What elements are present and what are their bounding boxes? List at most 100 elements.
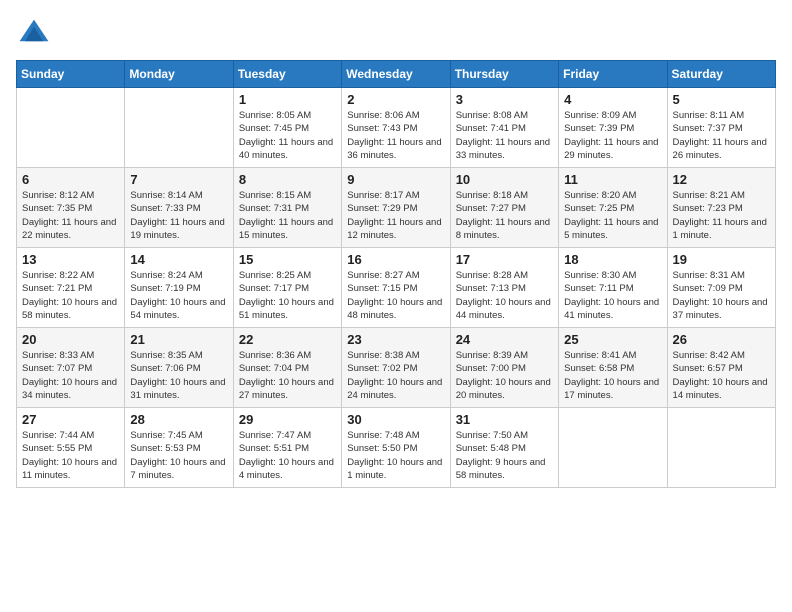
day-number: 31 [456, 412, 553, 427]
day-number: 27 [22, 412, 119, 427]
day-number: 19 [673, 252, 770, 267]
day-number: 23 [347, 332, 444, 347]
day-info: Sunrise: 8:18 AM Sunset: 7:27 PM Dayligh… [456, 189, 553, 242]
calendar-cell: 22Sunrise: 8:36 AM Sunset: 7:04 PM Dayli… [233, 328, 341, 408]
day-header-friday: Friday [559, 61, 667, 88]
day-info: Sunrise: 8:39 AM Sunset: 7:00 PM Dayligh… [456, 349, 553, 402]
day-info: Sunrise: 8:28 AM Sunset: 7:13 PM Dayligh… [456, 269, 553, 322]
day-number: 21 [130, 332, 227, 347]
calendar-cell: 25 Sunrise: 8:41 AM Sunset: 6:58 PM Dayli… [559, 328, 667, 408]
day-header-sunday: Sunday [17, 61, 125, 88]
day-number: 3 [456, 92, 553, 107]
day-info: Sunrise: 8:27 AM Sunset: 7:15 PM Dayligh… [347, 269, 444, 322]
calendar-cell: 27 Sunrise: 7:44 AM Sunset: 5:55 PM Dayli… [17, 408, 125, 488]
day-header-wednesday: Wednesday [342, 61, 450, 88]
calendar-week-row: 1 Sunrise: 8:05 AM Sunset: 7:45 PM Daylig… [17, 88, 776, 168]
logo-icon [16, 16, 52, 52]
calendar-week-row: 27 Sunrise: 7:44 AM Sunset: 5:55 PM Dayli… [17, 408, 776, 488]
day-number: 18 [564, 252, 661, 267]
calendar-cell: 5Sunrise: 8:11 AM Sunset: 7:37 PM Daylig… [667, 88, 775, 168]
calendar-cell: 12 Sunrise: 8:21 AM Sunset: 7:23 PM Dayli… [667, 168, 775, 248]
calendar-table: SundayMondayTuesdayWednesdayThursdayFrid… [16, 60, 776, 488]
day-info: Sunrise: 8:08 AM Sunset: 7:41 PM Dayligh… [456, 109, 553, 162]
calendar-cell: 26Sunrise: 8:42 AM Sunset: 6:57 PM Dayli… [667, 328, 775, 408]
logo [16, 16, 56, 52]
calendar-week-row: 20 Sunrise: 8:33 AM Sunset: 7:07 PM Dayli… [17, 328, 776, 408]
calendar-cell: 30 Sunrise: 7:48 AM Sunset: 5:50 PM Dayli… [342, 408, 450, 488]
calendar-cell [125, 88, 233, 168]
day-number: 7 [130, 172, 227, 187]
day-info: Sunrise: 8:30 AM Sunset: 7:11 PM Dayligh… [564, 269, 661, 322]
calendar-cell: 18 Sunrise: 8:30 AM Sunset: 7:11 PM Dayli… [559, 248, 667, 328]
day-info: Sunrise: 8:05 AM Sunset: 7:45 PM Dayligh… [239, 109, 336, 162]
day-info: Sunrise: 7:50 AM Sunset: 5:48 PM Dayligh… [456, 429, 553, 482]
day-number: 14 [130, 252, 227, 267]
day-info: Sunrise: 7:44 AM Sunset: 5:55 PM Dayligh… [22, 429, 119, 482]
day-number: 5 [673, 92, 770, 107]
day-info: Sunrise: 7:45 AM Sunset: 5:53 PM Dayligh… [130, 429, 227, 482]
calendar-cell: 15 Sunrise: 8:25 AM Sunset: 7:17 PM Dayli… [233, 248, 341, 328]
calendar-cell: 6 Sunrise: 8:12 AM Sunset: 7:35 PM Daylig… [17, 168, 125, 248]
day-number: 20 [22, 332, 119, 347]
day-number: 17 [456, 252, 553, 267]
day-info: Sunrise: 7:48 AM Sunset: 5:50 PM Dayligh… [347, 429, 444, 482]
day-header-saturday: Saturday [667, 61, 775, 88]
day-number: 30 [347, 412, 444, 427]
calendar-header-row: SundayMondayTuesdayWednesdayThursdayFrid… [17, 61, 776, 88]
day-info: Sunrise: 8:35 AM Sunset: 7:06 PM Dayligh… [130, 349, 227, 402]
day-number: 4 [564, 92, 661, 107]
calendar-cell: 7 Sunrise: 8:14 AM Sunset: 7:33 PM Daylig… [125, 168, 233, 248]
calendar-cell: 21 Sunrise: 8:35 AM Sunset: 7:06 PM Dayli… [125, 328, 233, 408]
calendar-cell: 1 Sunrise: 8:05 AM Sunset: 7:45 PM Daylig… [233, 88, 341, 168]
day-header-monday: Monday [125, 61, 233, 88]
calendar-week-row: 6 Sunrise: 8:12 AM Sunset: 7:35 PM Daylig… [17, 168, 776, 248]
calendar-cell: 23 Sunrise: 8:38 AM Sunset: 7:02 PM Dayli… [342, 328, 450, 408]
calendar-cell: 31 Sunrise: 7:50 AM Sunset: 5:48 PM Dayli… [450, 408, 558, 488]
calendar-cell: 11Sunrise: 8:20 AM Sunset: 7:25 PM Dayli… [559, 168, 667, 248]
day-number: 15 [239, 252, 336, 267]
day-info: Sunrise: 8:38 AM Sunset: 7:02 PM Dayligh… [347, 349, 444, 402]
calendar-cell: 14Sunrise: 8:24 AM Sunset: 7:19 PM Dayli… [125, 248, 233, 328]
day-info: Sunrise: 7:47 AM Sunset: 5:51 PM Dayligh… [239, 429, 336, 482]
day-number: 22 [239, 332, 336, 347]
calendar-cell [667, 408, 775, 488]
day-number: 6 [22, 172, 119, 187]
day-header-tuesday: Tuesday [233, 61, 341, 88]
day-info: Sunrise: 8:15 AM Sunset: 7:31 PM Dayligh… [239, 189, 336, 242]
day-info: Sunrise: 8:12 AM Sunset: 7:35 PM Dayligh… [22, 189, 119, 242]
day-info: Sunrise: 8:22 AM Sunset: 7:21 PM Dayligh… [22, 269, 119, 322]
day-info: Sunrise: 8:06 AM Sunset: 7:43 PM Dayligh… [347, 109, 444, 162]
day-info: Sunrise: 8:09 AM Sunset: 7:39 PM Dayligh… [564, 109, 661, 162]
calendar-cell: 2Sunrise: 8:06 AM Sunset: 7:43 PM Daylig… [342, 88, 450, 168]
calendar-cell: 3 Sunrise: 8:08 AM Sunset: 7:41 PM Daylig… [450, 88, 558, 168]
calendar-cell: 29 Sunrise: 7:47 AM Sunset: 5:51 PM Dayli… [233, 408, 341, 488]
day-info: Sunrise: 8:33 AM Sunset: 7:07 PM Dayligh… [22, 349, 119, 402]
calendar-cell [17, 88, 125, 168]
day-header-thursday: Thursday [450, 61, 558, 88]
calendar-cell [559, 408, 667, 488]
day-info: Sunrise: 8:14 AM Sunset: 7:33 PM Dayligh… [130, 189, 227, 242]
day-info: Sunrise: 8:17 AM Sunset: 7:29 PM Dayligh… [347, 189, 444, 242]
day-info: Sunrise: 8:42 AM Sunset: 6:57 PM Dayligh… [673, 349, 770, 402]
day-number: 12 [673, 172, 770, 187]
calendar-cell: 8 Sunrise: 8:15 AM Sunset: 7:31 PM Daylig… [233, 168, 341, 248]
day-number: 8 [239, 172, 336, 187]
day-info: Sunrise: 8:25 AM Sunset: 7:17 PM Dayligh… [239, 269, 336, 322]
page-header [16, 16, 776, 52]
calendar-cell: 20 Sunrise: 8:33 AM Sunset: 7:07 PM Dayli… [17, 328, 125, 408]
calendar-cell: 10Sunrise: 8:18 AM Sunset: 7:27 PM Dayli… [450, 168, 558, 248]
calendar-week-row: 13Sunrise: 8:22 AM Sunset: 7:21 PM Dayli… [17, 248, 776, 328]
day-number: 16 [347, 252, 444, 267]
day-number: 1 [239, 92, 336, 107]
calendar-cell: 13Sunrise: 8:22 AM Sunset: 7:21 PM Dayli… [17, 248, 125, 328]
day-info: Sunrise: 8:41 AM Sunset: 6:58 PM Dayligh… [564, 349, 661, 402]
day-info: Sunrise: 8:31 AM Sunset: 7:09 PM Dayligh… [673, 269, 770, 322]
calendar-cell: 4 Sunrise: 8:09 AM Sunset: 7:39 PM Daylig… [559, 88, 667, 168]
day-number: 25 [564, 332, 661, 347]
day-number: 11 [564, 172, 661, 187]
day-number: 28 [130, 412, 227, 427]
day-info: Sunrise: 8:21 AM Sunset: 7:23 PM Dayligh… [673, 189, 770, 242]
calendar-cell: 28 Sunrise: 7:45 AM Sunset: 5:53 PM Dayli… [125, 408, 233, 488]
calendar-cell: 17 Sunrise: 8:28 AM Sunset: 7:13 PM Dayli… [450, 248, 558, 328]
day-number: 29 [239, 412, 336, 427]
